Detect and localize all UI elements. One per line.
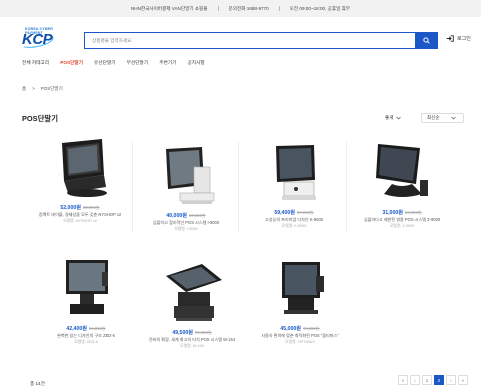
page-2-button[interactable]: 2: [434, 375, 444, 385]
product-name[interactable]: 사용자 편의에 맞춘 최적화된 POS "옵티머스": [248, 333, 352, 339]
divider: [217, 6, 219, 11]
original-price: 60,000원: [188, 213, 206, 218]
pos-terminal-image: [62, 139, 107, 197]
first-page-button[interactable]: «: [398, 375, 408, 385]
nav-item-peripherals[interactable]: 주변기기: [159, 60, 176, 66]
pos-terminal-image: [166, 147, 215, 204]
search-bar: [84, 32, 438, 49]
order-select[interactable]: 최신순: [421, 113, 464, 123]
logo-text: KCP: [22, 31, 53, 48]
original-price: 80,000원: [82, 205, 100, 210]
original-price: 64,000원: [88, 326, 106, 331]
pos-terminal-image: [376, 144, 428, 197]
sort-label: 좋게: [385, 115, 394, 120]
product-model: 모델명: Z-9000: [389, 224, 415, 228]
product-model: 모델명: I-9000: [174, 227, 198, 231]
main-nav: 전체 카테고리 POS단말기 유선단말기 무선단말기 주변기기 공지사항: [22, 60, 205, 66]
pos-terminal-image: [276, 145, 316, 200]
original-price: 70,000원: [302, 326, 320, 331]
original-price: 50,000원: [404, 210, 422, 215]
next-page-button[interactable]: ›: [446, 375, 456, 385]
product-price: 52,000원 80,000원: [60, 205, 100, 211]
product-model: 모델명: W-154: [180, 344, 204, 348]
product-price: 59,400원 90,000원: [274, 210, 314, 216]
product-price: 45,000원 70,000원: [280, 326, 320, 332]
divider: [278, 6, 280, 11]
divider: [346, 142, 347, 232]
chevron-down-icon: [396, 116, 402, 120]
product-price: 49,500원 75,000원: [172, 330, 212, 336]
store-name: NHN한국사이버결제 VAN단말기 쇼핑몰: [130, 5, 208, 11]
order-label: 최신순: [427, 115, 440, 120]
login-button[interactable]: 로그인: [446, 35, 471, 42]
product-price: 31,000원 50,000원: [382, 210, 422, 216]
last-page-button[interactable]: »: [458, 375, 468, 385]
product-model: 모델명: ZED-5: [74, 340, 98, 344]
prev-page-button[interactable]: ‹: [410, 375, 420, 385]
product-price: 42,400원 64,000원: [66, 326, 106, 332]
breadcrumb: 홈 > POS단말기: [22, 86, 63, 92]
divider: [132, 142, 133, 232]
pos-terminal-image: [166, 264, 222, 321]
search-button[interactable]: [415, 33, 437, 48]
pos-terminal-image: [66, 260, 108, 314]
breadcrumb-separator: >: [32, 86, 35, 91]
nav-item-notice[interactable]: 공지사항: [187, 60, 204, 66]
chevron-down-icon: [450, 116, 456, 120]
original-price: 75,000원: [194, 330, 212, 335]
product-name[interactable]: 컴팩트 테이블, 경제성을 모두 갖춘 NYSHOP x2: [28, 212, 132, 218]
page-title: POS단말기: [22, 114, 59, 123]
breadcrumb-home[interactable]: 홈: [22, 86, 26, 92]
product-model: 모델명: OPTIMUS: [285, 340, 315, 344]
search-input[interactable]: [85, 33, 415, 48]
product-price: 40,000원 60,000원: [166, 213, 206, 219]
nav-item-all-categories[interactable]: 전체 카테고리: [22, 60, 49, 66]
site-logo[interactable]: KOREA CYBER PAYMENT KCP: [19, 27, 55, 51]
product-name[interactable]: 전바의 확장, 세계 최고의 터치 POS 시스템 W-154: [140, 337, 244, 343]
pagination: « ‹ 1 2 › »: [398, 375, 468, 385]
pos-terminal-image: [282, 262, 324, 314]
product-name[interactable]: 완벽한 있는 디자인의 구조 ZED-6: [34, 333, 138, 339]
search-icon: [422, 37, 430, 44]
product-name[interactable]: 고성능의 프리미엄 디자인 K-9000: [242, 217, 346, 223]
product-model: 모델명: NYSHOP x2: [63, 219, 97, 223]
phone-number: 문의전화 1688-9770: [228, 5, 269, 11]
product-name[interactable]: 심플하고 합리적인 POS 시스템 I-9000: [134, 220, 238, 226]
login-label: 로그인: [457, 36, 471, 42]
divider: [238, 142, 239, 232]
top-info-bar: NHN한국사이버결제 VAN단말기 쇼핑몰 문의전화 1688-9770 오전 …: [0, 0, 481, 17]
nav-item-wired[interactable]: 유선단말기: [94, 60, 116, 66]
business-hours: 오전 09:00~18:00, 공휴일 휴무: [289, 5, 351, 11]
nav-item-wireless[interactable]: 무선단말기: [127, 60, 149, 66]
total-count: 총 14건: [30, 381, 45, 386]
product-name[interactable]: 심플하다고 제한된 영종 POS 시스템 Z-9000: [350, 217, 454, 223]
product-model: 모델명: K-9000: [281, 224, 307, 228]
page-1-button[interactable]: 1: [422, 375, 432, 385]
original-price: 90,000원: [296, 210, 314, 215]
sort-select[interactable]: 좋게: [385, 113, 402, 123]
login-icon: [446, 35, 454, 42]
breadcrumb-current[interactable]: POS단말기: [41, 86, 63, 92]
nav-item-pos[interactable]: POS단말기: [60, 60, 83, 66]
